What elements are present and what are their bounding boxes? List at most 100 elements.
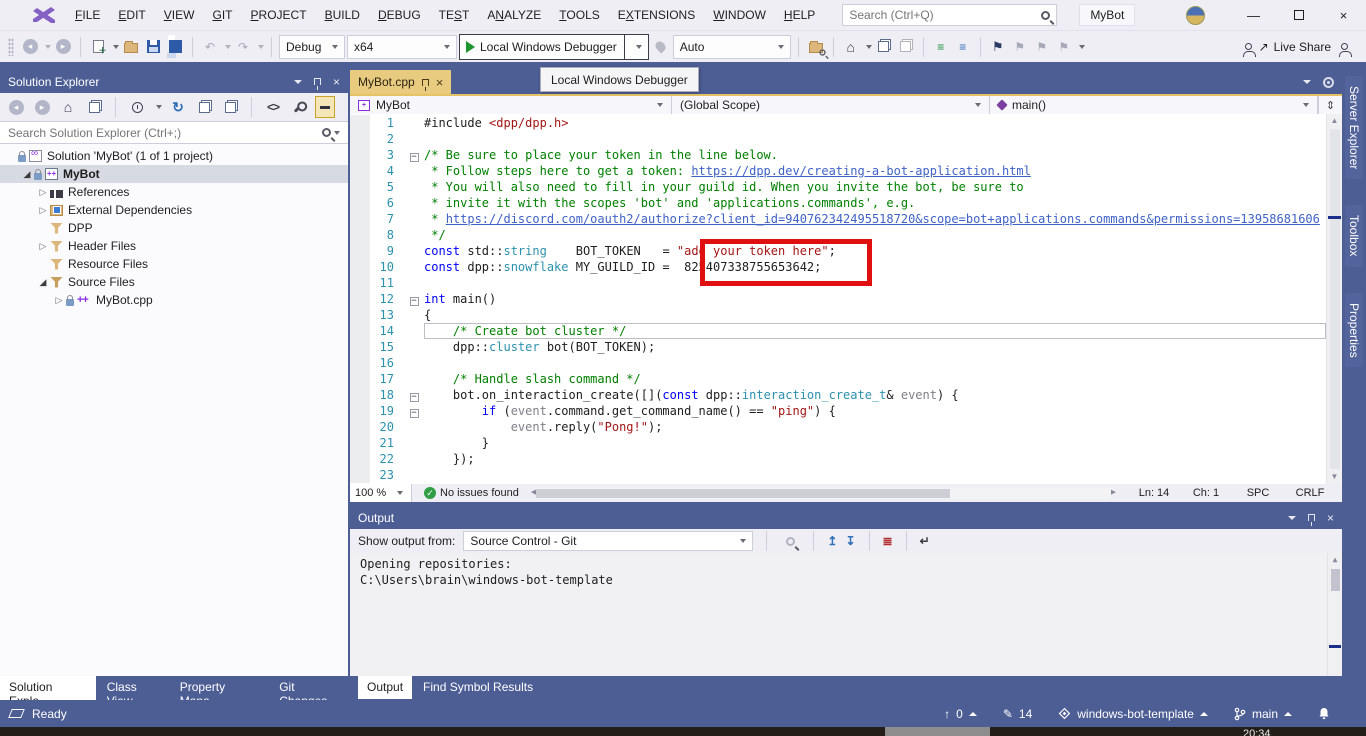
search-input[interactable] [849,8,1041,22]
preview-selected-items-toggle[interactable] [315,96,335,118]
split-window-button[interactable]: ⇕ [1318,96,1342,114]
tab-close-icon[interactable]: × [436,75,444,90]
menu-file[interactable]: FILE [66,4,109,26]
undo-button[interactable]: ↶ [200,35,220,59]
filter-dropdown-icon[interactable] [156,105,162,109]
indent-decrease-button[interactable]: ≡ [931,35,951,59]
collapse-region-icon[interactable]: − [410,393,419,402]
line-ending-indicator[interactable]: CRLF [1284,487,1336,499]
save-all-button[interactable] [165,35,185,59]
code-line-11[interactable]: 11 [350,275,1326,291]
switch-views-button[interactable] [84,96,104,118]
hot-reload-icon[interactable] [651,35,671,59]
editor-horizontal-scrollbar[interactable]: ◀ ▶ [531,486,1116,500]
tree-item-mybot-cpp[interactable]: ▷++MyBot.cpp [0,291,348,309]
menu-extensions[interactable]: EXTENSIONS [609,4,704,26]
collapse-region-icon[interactable]: − [410,297,419,306]
breakpoint-margin[interactable] [350,291,370,307]
pending-changes-filter-button[interactable] [127,96,147,118]
output-close-icon[interactable]: × [1327,511,1334,525]
code-text[interactable]: const dpp::snowflake MY_GUILD_ID = 82540… [424,259,1326,275]
output-pin-icon[interactable] [1308,514,1315,521]
tree-item-source-files[interactable]: ◢Source Files [0,273,348,291]
code-text[interactable]: * https://discord.com/oauth2/authorize?c… [424,211,1326,227]
output-log[interactable]: Opening repositories:C:\Users\brain\wind… [350,553,1342,676]
tree-item-header-files[interactable]: ▷Header Files [0,237,348,255]
solution-explorer-search-box[interactable] [0,121,348,144]
document-tab-mybot-cpp[interactable]: MyBot.cpp × [350,70,451,94]
code-line-1[interactable]: 1#include <dpp/dpp.h> [350,115,1326,131]
se-search-input[interactable] [8,126,322,140]
next-bookmark-button[interactable]: ⚑ [1032,35,1052,59]
clear-bookmarks-button[interactable]: ⚑ [1054,35,1074,59]
solution-platform-dropdown[interactable]: x64 [347,35,457,59]
code-line-9[interactable]: 9const std::string BOT_TOKEN = "add your… [350,243,1326,259]
code-line-20[interactable]: 20 event.reply("Pong!"); [350,419,1326,435]
issues-label[interactable]: No issues found [440,487,519,499]
project-dropdown[interactable]: + MyBot [350,96,672,114]
panel-tab-output[interactable]: Output [358,676,412,699]
find-in-files-button[interactable] [806,35,826,59]
navigate-back-dropdown-icon[interactable] [45,45,51,49]
code-text[interactable]: /* Create bot cluster */ [424,323,1326,339]
side-tab-server-explorer[interactable]: Server Explorer [1345,76,1363,179]
start-debugging-button[interactable]: Local Windows Debugger [459,34,649,60]
breakpoint-margin[interactable] [350,451,370,467]
spaces-indicator[interactable]: SPC [1232,487,1284,499]
breakpoint-margin[interactable] [350,403,370,419]
code-line-12[interactable]: 12−int main() [350,291,1326,307]
breakpoint-margin[interactable] [350,227,370,243]
tree-item-mybot[interactable]: ◢++MyBot [0,165,348,183]
menu-build[interactable]: BUILD [316,4,369,26]
scroll-up-icon[interactable]: ▲ [1331,114,1339,128]
tree-item-external-dependencies[interactable]: ▷External Dependencies [0,201,348,219]
scroll-right-icon[interactable]: ▶ [1111,486,1116,500]
code-text[interactable]: /* Handle slash command */ [424,371,1326,387]
properties-button[interactable] [289,96,309,118]
breakpoint-margin[interactable] [350,179,370,195]
breakpoint-margin[interactable] [350,419,370,435]
fold-margin[interactable]: − [404,291,424,307]
code-line-5[interactable]: 5 * You will also need to fill in your g… [350,179,1326,195]
code-text[interactable]: bot.on_interaction_create([](const dpp::… [424,387,1326,403]
breakpoint-margin[interactable] [350,211,370,227]
collapse-region-icon[interactable]: − [410,409,419,418]
properties-pages-button[interactable] [220,96,240,118]
code-text[interactable]: * invite it with the scopes 'bot' and 'a… [424,195,1326,211]
breakpoint-margin[interactable] [350,131,370,147]
breakpoint-margin[interactable] [350,323,370,339]
repository-picker[interactable]: windows-bot-template [1058,707,1208,721]
menu-tools[interactable]: TOOLS [550,4,609,26]
branch-picker[interactable]: main [1234,707,1292,721]
side-tab-properties[interactable]: Properties [1345,293,1363,368]
menu-analyze[interactable]: ANALYZE [478,4,550,26]
breakpoint-margin[interactable] [350,339,370,355]
find-message-icon[interactable] [780,529,800,553]
previous-bookmark-button[interactable]: ⚑ [1010,35,1030,59]
menu-view[interactable]: VIEW [155,4,204,26]
fold-margin[interactable]: − [404,147,424,163]
menu-project[interactable]: PROJECT [242,4,316,26]
breakpoint-margin[interactable] [350,467,370,483]
bookmark-overflow-icon[interactable] [1079,45,1085,49]
refresh-button[interactable]: ↻ [168,96,188,118]
breakpoint-margin[interactable] [350,387,370,403]
code-line-16[interactable]: 16 [350,355,1326,371]
redo-button[interactable]: ↷ [233,35,253,59]
code-line-17[interactable]: 17 /* Handle slash command */ [350,371,1326,387]
minimize-button[interactable]: — [1231,0,1276,30]
navigate-forward-button[interactable]: ▸ [53,35,73,59]
tree-item-dpp[interactable]: DPP [0,219,348,237]
code-line-13[interactable]: 13{ [350,307,1326,323]
feedback-icon[interactable] [1341,43,1348,50]
side-tab-toolbox[interactable]: Toolbox [1345,205,1363,266]
collapse-region-icon[interactable]: − [410,153,419,162]
solution-badge[interactable]: MyBot [1079,4,1135,26]
solution-explorer-title-bar[interactable]: Solution Explorer × [0,70,348,93]
code-text[interactable]: { [424,307,1326,323]
se-back-button[interactable]: ◂ [6,96,26,118]
fold-margin[interactable]: − [404,387,424,403]
background-tasks-icon[interactable] [8,709,25,718]
breakpoint-margin[interactable] [350,115,370,131]
clear-all-icon[interactable]: ≣ [883,534,893,548]
